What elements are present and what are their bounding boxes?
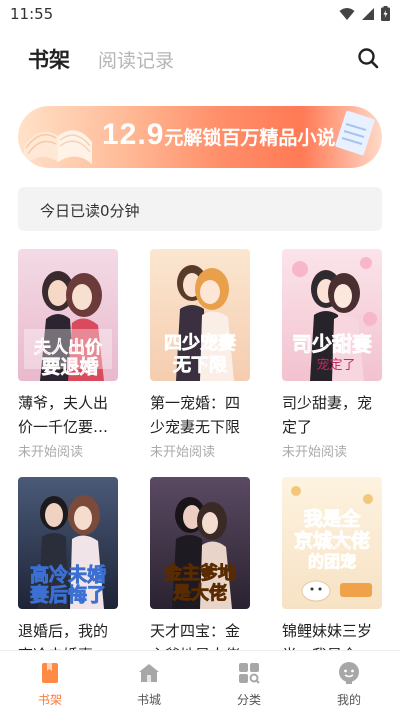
book-title: 司少甜妻，宠定了 [282,394,373,436]
cell-signal-icon [362,7,374,20]
book-status: 未开始阅读 [150,445,216,460]
promo-banner[interactable]: 12.9元解锁百万精品小说 [18,106,382,168]
status-bar: 11:55 [0,0,400,28]
wifi-icon [339,7,355,20]
svg-text:的团宠: 的团宠 [308,552,356,571]
banner-text: 12.9元解锁百万精品小说 [102,118,335,152]
header: 书架 阅读记录 [0,40,400,80]
svg-text:宠定了: 宠定了 [316,357,355,373]
tab-bookshelf[interactable]: 书架 [28,44,70,74]
svg-text:我是全: 我是全 [303,507,361,530]
book-cover[interactable]: 金主爹地 是大佬 [150,477,250,609]
book-status: 未开始阅读 [18,445,84,460]
svg-text:京城大佬: 京城大佬 [294,529,370,552]
status-icons [339,6,390,21]
svg-text:要退婚: 要退婚 [41,355,98,378]
profile-icon [339,662,359,684]
search-icon [358,48,379,69]
tab-reading-history[interactable]: 阅读记录 [98,46,174,73]
svg-text:妻后悔了: 妻后悔了 [30,583,106,606]
book-cover[interactable]: 司少甜妻 宠定了 [282,249,382,381]
svg-text:无下限: 无下限 [173,355,228,376]
status-time: 11:55 [10,5,54,23]
banner-description: 元解锁百万精品小说 [164,127,336,149]
open-book-illustration [24,130,92,166]
book-cover[interactable]: 夫人出价 要退婚 [18,249,118,381]
nav-item-category[interactable]: 分类 [214,651,284,712]
bottom-nav: 书架 书城 分类 我的 [0,650,400,712]
today-reading-text: 今日已读0分钟 [40,202,140,220]
nav-item-bookshelf[interactable]: 书架 [15,651,85,712]
nav-label: 分类 [236,693,261,707]
search-button[interactable] [356,46,380,70]
store-icon [139,664,159,682]
book-cover[interactable]: 高冷未婚 妻后悔了 [18,477,118,609]
book-status: 未开始阅读 [282,445,348,460]
book-title: 第一宠婚：四少宠妻无下限 [150,394,241,436]
svg-text:司少甜妻: 司少甜妻 [292,332,372,356]
book-cover[interactable]: 我是全 京城大佬 的团宠 [282,477,382,609]
svg-text:夫人出价: 夫人出价 [34,337,103,358]
book-title: 薄爷，夫人出价一千亿要退婚 [18,394,109,436]
svg-text:金主爹地: 金主爹地 [163,562,236,584]
svg-text:是大佬: 是大佬 [172,582,227,604]
nav-label: 书城 [136,693,161,707]
nav-label: 书架 [37,693,62,707]
today-reading-bar[interactable]: 今日已读0分钟 [18,187,382,231]
bookshelf-icon [42,663,58,683]
battery-icon [381,6,390,21]
banner-price: 12.9 [102,118,165,151]
nav-item-store[interactable]: 书城 [114,651,184,712]
book-cover[interactable]: 四少宠妻 无下限 [150,249,250,381]
svg-text:四少宠妻: 四少宠妻 [164,332,236,354]
nav-item-profile[interactable]: 我的 [314,651,384,712]
svg-text:高冷未婚: 高冷未婚 [30,563,106,586]
nav-label: 我的 [336,693,361,707]
category-icon [239,663,260,684]
